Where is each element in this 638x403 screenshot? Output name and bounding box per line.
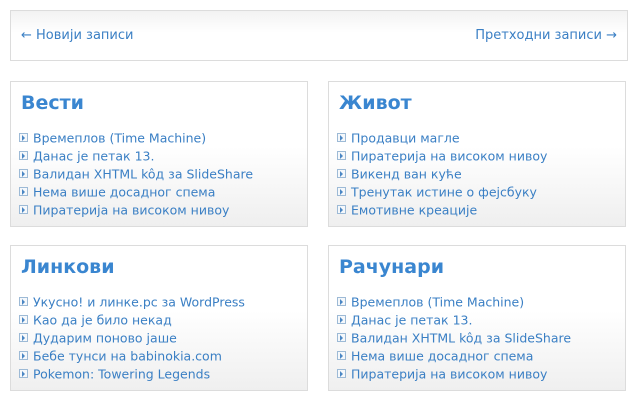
post-link[interactable]: Тренутак истине о фејсбуку	[351, 185, 537, 200]
bullet-icon	[19, 205, 28, 214]
widget-list: Времеплов (Time Machine) Данас је петак …	[19, 129, 253, 219]
list-item: Валидан XHTML kôд за SlideShare	[19, 165, 253, 183]
widget-linkovi: Линкови Укусно! и линке.рс за WordPress …	[10, 245, 308, 391]
list-item: Валидан XHTML kôд за SlideShare	[337, 329, 571, 347]
bullet-icon	[337, 351, 346, 360]
widget-title: Живот	[339, 92, 412, 114]
list-item: Тренутак истине о фејсбуку	[337, 183, 547, 201]
post-link[interactable]: Бебе тунси на babinokia.com	[33, 349, 222, 364]
list-item: Дударим поново јаше	[19, 329, 245, 347]
bullet-icon	[19, 297, 28, 306]
widget-list: Продавци магле Пиратерија на високом нив…	[337, 129, 547, 219]
list-item: Укусно! и линке.рс за WordPress	[19, 293, 245, 311]
post-link[interactable]: Пиратерија на високом нивоу	[351, 367, 547, 382]
post-link[interactable]: Викенд ван куће	[351, 167, 462, 182]
list-item: Продавци магле	[337, 129, 547, 147]
post-link[interactable]: Пиратерија на високом нивоу	[33, 203, 229, 218]
bullet-icon	[19, 169, 28, 178]
widget-list: Времеплов (Time Machine) Данас је петак …	[337, 293, 571, 383]
list-item: Као да је било некад	[19, 311, 245, 329]
widget-racunari: Рачунари Времеплов (Time Machine) Данас …	[328, 245, 626, 391]
widget-title: Вести	[21, 92, 84, 114]
post-link[interactable]: Времеплов (Time Machine)	[351, 295, 524, 310]
post-link[interactable]: Валидан XHTML kôд за SlideShare	[33, 167, 253, 182]
post-link[interactable]: Pokemon: Towering Legends	[33, 367, 210, 382]
bullet-icon	[337, 133, 346, 142]
post-link[interactable]: Продавци магле	[351, 131, 460, 146]
post-link[interactable]: Као да је било некад	[33, 313, 172, 328]
list-item: Емотивне креације	[337, 201, 547, 219]
bullet-icon	[337, 369, 346, 378]
bullet-icon	[337, 187, 346, 196]
bullet-icon	[337, 205, 346, 214]
post-link[interactable]: Нема више досадног спема	[351, 349, 533, 364]
list-item: Времеплов (Time Machine)	[337, 293, 571, 311]
list-item: Нема више досадног спема	[337, 347, 571, 365]
post-link[interactable]: Данас је петак 13.	[33, 149, 154, 164]
list-item: Pokemon: Towering Legends	[19, 365, 245, 383]
bullet-icon	[337, 297, 346, 306]
post-link[interactable]: Данас је петак 13.	[351, 313, 472, 328]
list-item: Викенд ван куће	[337, 165, 547, 183]
bullet-icon	[19, 369, 28, 378]
bullet-icon	[337, 333, 346, 342]
bullet-icon	[19, 333, 28, 342]
post-link[interactable]: Дударим поново јаше	[33, 331, 177, 346]
widget-vesti: Вести Времеплов (Time Machine) Данас је …	[10, 81, 308, 227]
post-link[interactable]: Пиратерија на високом нивоу	[351, 149, 547, 164]
list-item: Пиратерија на високом нивоу	[337, 147, 547, 165]
post-link[interactable]: Времеплов (Time Machine)	[33, 131, 206, 146]
post-link[interactable]: Валидан XHTML kôд за SlideShare	[351, 331, 571, 346]
widget-title: Линкови	[21, 256, 115, 278]
bullet-icon	[337, 315, 346, 324]
newer-posts-link[interactable]: ← Новији записи	[21, 28, 133, 43]
list-item: Пиратерија на високом нивоу	[337, 365, 571, 383]
list-item: Времеплов (Time Machine)	[19, 129, 253, 147]
list-item: Бебе тунси на babinokia.com	[19, 347, 245, 365]
list-item: Пиратерија на високом нивоу	[19, 201, 253, 219]
post-link[interactable]: Емотивне креације	[351, 203, 477, 218]
bullet-icon	[337, 169, 346, 178]
bullet-icon	[19, 187, 28, 196]
bullet-icon	[19, 151, 28, 160]
bullet-icon	[19, 133, 28, 142]
bullet-icon	[19, 315, 28, 324]
post-navigation: ← Новији записи Претходни записи →	[10, 10, 628, 61]
widget-list: Укусно! и линке.рс за WordPress Као да ј…	[19, 293, 245, 383]
list-item: Данас је петак 13.	[19, 147, 253, 165]
post-link[interactable]: Нема више досадног спема	[33, 185, 215, 200]
bullet-icon	[19, 351, 28, 360]
list-item: Нема више досадног спема	[19, 183, 253, 201]
widget-zivot: Живот Продавци магле Пиратерија на висок…	[328, 81, 626, 227]
bullet-icon	[337, 151, 346, 160]
post-link[interactable]: Укусно! и линке.рс за WordPress	[33, 295, 245, 310]
older-posts-link[interactable]: Претходни записи →	[475, 28, 617, 43]
widget-title: Рачунари	[339, 256, 445, 278]
list-item: Данас је петак 13.	[337, 311, 571, 329]
